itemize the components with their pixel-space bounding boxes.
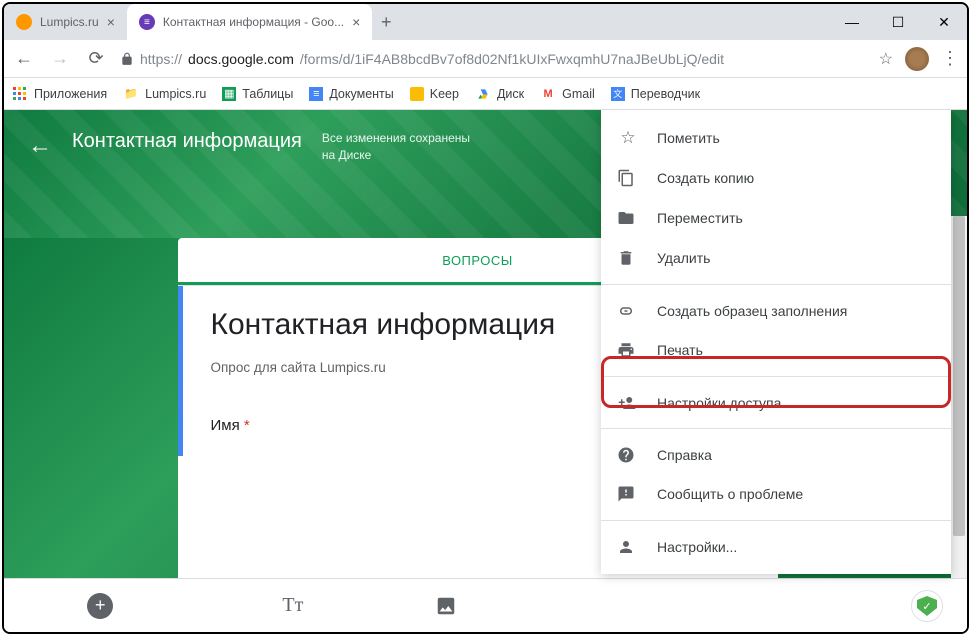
tab-title: Lumpics.ru: [40, 15, 99, 29]
close-icon[interactable]: ×: [352, 14, 360, 30]
bookmark-keep[interactable]: Keep: [410, 87, 459, 101]
bookmark-label: Lumpics.ru: [145, 87, 206, 101]
bookmark-label: Диск: [497, 87, 524, 101]
scroll-thumb[interactable]: [953, 216, 965, 536]
tab-title: Контактная информация - Goo...: [163, 15, 344, 29]
person-add-icon: [617, 394, 639, 412]
menu-settings[interactable]: Настройки...: [601, 520, 951, 566]
help-icon: [617, 446, 639, 464]
menu-print[interactable]: Печать: [601, 330, 951, 370]
folder-icon: 📁: [123, 86, 139, 102]
menu-help[interactable]: Справка: [601, 428, 951, 474]
menu-star[interactable]: ☆ Пометить: [601, 118, 951, 158]
gmail-icon: M: [540, 86, 556, 102]
bookmark-lumpics[interactable]: 📁 Lumpics.ru: [123, 86, 206, 102]
floating-toolbar: + Tᴛ ▶ ≡: [4, 578, 967, 632]
titlebar: Lumpics.ru × ≡ Контактная информация - G…: [4, 4, 967, 40]
drive-icon: [475, 86, 491, 102]
minimize-button[interactable]: —: [829, 4, 875, 40]
menu-sample[interactable]: Создать образец заполнения: [601, 284, 951, 330]
bookmark-docs[interactable]: ≡ Документы: [309, 87, 393, 101]
form-title-header[interactable]: Контактная информация: [72, 130, 302, 153]
extension-shield-icon[interactable]: ✓: [911, 590, 943, 622]
new-tab-button[interactable]: +: [372, 4, 400, 40]
vertical-scrollbar[interactable]: ▲ ▼: [951, 216, 967, 632]
bookmark-star-icon[interactable]: ☆: [879, 49, 893, 69]
maximize-button[interactable]: ☐: [875, 4, 921, 40]
save-status: Все изменения сохранены на Диске: [322, 130, 470, 164]
link-icon: [617, 302, 639, 320]
address-bar: ← → ⟳ https:// docs.google.com/forms/d/1i…: [4, 40, 967, 78]
bookmark-drive[interactable]: Диск: [475, 86, 524, 102]
favicon-lumpics: [16, 14, 32, 30]
browser-menu-icon[interactable]: ⋮: [941, 48, 959, 69]
bookmark-label: Keep: [430, 87, 459, 101]
lock-icon: [120, 52, 134, 66]
bookmark-gmail[interactable]: M Gmail: [540, 86, 595, 102]
bookmark-label: Gmail: [562, 87, 595, 101]
bookmark-translate[interactable]: 文 Переводчик: [611, 87, 700, 101]
bookmarks-bar: Приложения 📁 Lumpics.ru ▦ Таблицы ≡ Доку…: [4, 78, 967, 110]
keep-icon: [410, 87, 424, 101]
add-title-button[interactable]: Tᴛ: [243, 594, 343, 617]
apps-button[interactable]: Приложения: [12, 86, 107, 102]
close-window-button[interactable]: ✕: [921, 4, 967, 40]
url-input[interactable]: https:// docs.google.com/forms/d/1iF4AB8b…: [120, 51, 867, 67]
bookmark-label: Документы: [329, 87, 393, 101]
browser-tab-0[interactable]: Lumpics.ru ×: [4, 4, 127, 40]
copy-icon: [617, 169, 639, 187]
url-scheme: https://: [140, 51, 182, 67]
profile-avatar[interactable]: [905, 47, 929, 71]
add-image-button[interactable]: [435, 595, 535, 617]
person-icon: [617, 538, 639, 556]
browser-window: Lumpics.ru × ≡ Контактная информация - G…: [2, 2, 969, 634]
translate-icon: 文: [611, 87, 625, 101]
reload-button[interactable]: ⟳: [84, 48, 108, 69]
browser-tab-1[interactable]: ≡ Контактная информация - Goo... ×: [127, 4, 372, 40]
feedback-icon: [617, 485, 639, 503]
menu-access[interactable]: Настройки доступа...: [601, 376, 951, 422]
menu-delete[interactable]: Удалить: [601, 238, 951, 278]
menu-copy[interactable]: Создать копию: [601, 158, 951, 198]
print-icon: [617, 341, 639, 359]
forward-button[interactable]: →: [48, 48, 72, 69]
bookmark-label: Переводчик: [631, 87, 700, 101]
bookmark-sheets[interactable]: ▦ Таблицы: [222, 87, 293, 101]
sheets-icon: ▦: [222, 87, 236, 101]
url-host: docs.google.com: [188, 51, 294, 67]
docs-icon: ≡: [309, 87, 323, 101]
trash-icon: [617, 249, 639, 267]
apps-icon: [12, 86, 28, 102]
folder-icon: [617, 209, 639, 227]
window-controls: — ☐ ✕: [829, 4, 967, 40]
page-content: ← Контактная информация Все изменения со…: [4, 110, 967, 632]
add-question-button[interactable]: +: [50, 593, 150, 619]
more-menu: ☆ Пометить Создать копию Переместить Уда…: [601, 110, 951, 574]
required-mark: *: [244, 417, 250, 434]
url-path: /forms/d/1iF4AB8bcdBv7of8d02Nf1kUIxFwxqm…: [300, 51, 724, 67]
star-icon: ☆: [617, 128, 639, 148]
back-arrow-icon[interactable]: ←: [28, 132, 52, 160]
menu-move[interactable]: Переместить: [601, 198, 951, 238]
bookmark-label: Таблицы: [242, 87, 293, 101]
back-button[interactable]: ←: [12, 48, 36, 69]
close-icon[interactable]: ×: [107, 14, 115, 30]
favicon-forms: ≡: [139, 14, 155, 30]
menu-feedback[interactable]: Сообщить о проблеме: [601, 474, 951, 514]
bookmark-label: Приложения: [34, 87, 107, 101]
